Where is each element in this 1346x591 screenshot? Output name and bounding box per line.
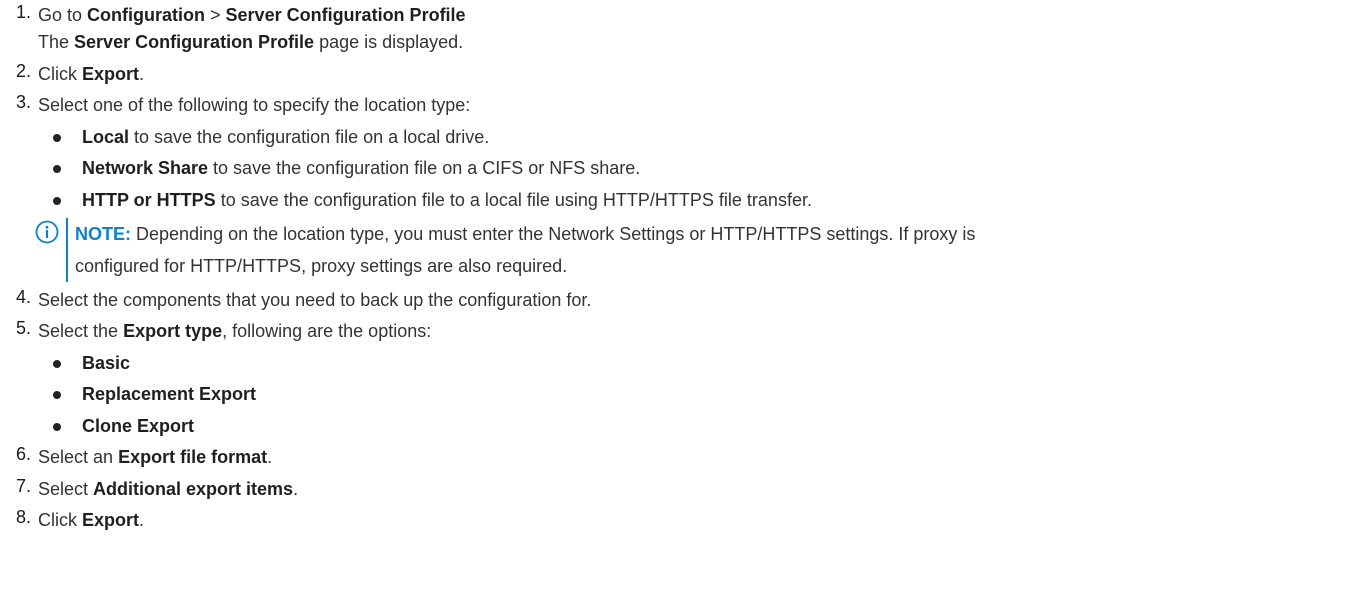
step-7: 7. Select Additional export items. [0,476,1346,503]
list-item: Clone Export [38,413,1346,440]
list-item: Network Share to save the configuration … [38,155,1346,182]
step-number: 2. [15,60,31,81]
list-item: HTTP or HTTPS to save the configuration … [38,187,1346,214]
step-number: 7. [15,475,31,496]
info-circle-icon [35,220,59,244]
bullet-icon [53,391,61,399]
step-4: 4. Select the components that you need t… [0,287,1346,314]
step-number: 6. [15,444,31,464]
procedure-document: 1. Go to Configuration > Server Configur… [0,0,1346,534]
list-item: Replacement Export [38,381,1346,408]
step-number: 5. [15,318,31,338]
note-label: NOTE: [75,224,131,244]
bullet-icon [53,422,61,431]
step-3: 3. Select one of the following to specif… [0,92,1346,282]
bullet-icon [53,133,61,142]
step-3-instruction: Select one of the following to specify t… [38,95,471,115]
step-number: 1. [15,2,31,22]
list-item: Local to save the configuration file on … [38,124,1346,151]
list-item: Basic [38,350,1346,377]
step-1: 1. Go to Configuration > Server Configur… [0,2,1346,56]
step-number: 8. [15,507,31,527]
step-2: 2. Click Export. [0,61,1346,88]
step-1-result: The Server Configuration Profile page is… [38,32,464,52]
step-number: 4. [15,286,31,307]
bullet-icon [53,196,61,205]
location-type-list: Local to save the configuration file on … [38,124,1346,214]
step-8: 8. Click Export. [0,507,1346,534]
note-callout: NOTE: Depending on the location type, yo… [35,218,1346,282]
step-number: 3. [15,92,31,112]
bullet-icon [53,165,61,173]
step-1-instruction: Go to Configuration > Server Configurati… [38,5,466,25]
bullet-icon [53,359,61,368]
export-type-list: Basic Replacement Export Clone Export [38,350,1346,440]
step-6: 6. Select an Export file format. [0,444,1346,471]
step-5: 5. Select the Export type, following are… [0,318,1346,440]
